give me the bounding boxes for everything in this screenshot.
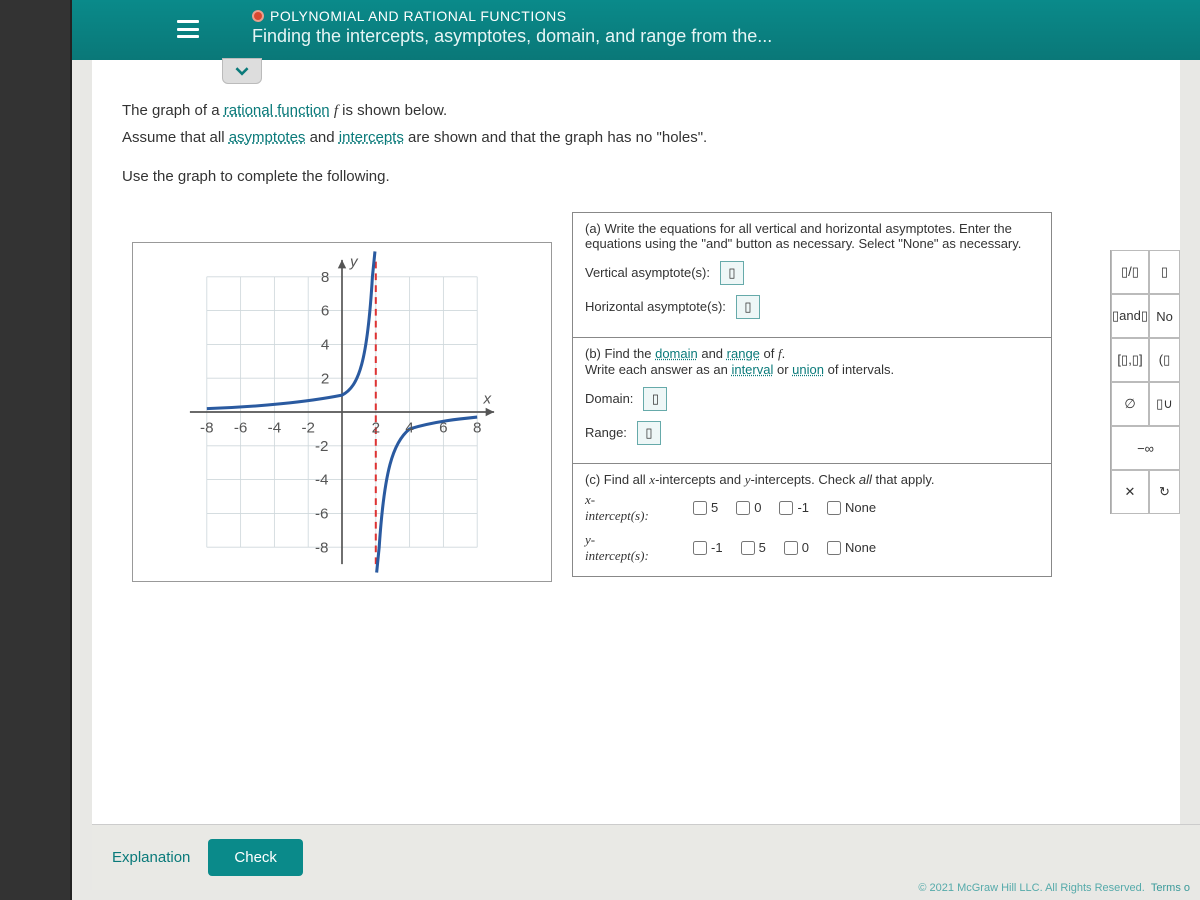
svg-text:-8: -8 [200, 419, 214, 436]
svg-text:-6: -6 [315, 505, 329, 522]
palette-closed-interval[interactable]: [▯,▯] [1111, 338, 1149, 382]
palette-no[interactable]: No [1149, 294, 1180, 338]
palette-clear[interactable]: ✕ [1111, 470, 1149, 514]
page-title: Finding the intercepts, asymptotes, doma… [252, 26, 772, 47]
part-a-text: (a) Write the equations for all vertical… [585, 221, 1039, 251]
input-range[interactable]: ▯ [637, 421, 661, 445]
part-a: (a) Write the equations for all vertical… [573, 213, 1051, 338]
palette-open-interval[interactable]: (▯ [1149, 338, 1180, 382]
symbol-palette: ▯/▯ ▯ ▯and▯ No [▯,▯] (▯ ∅ ▯∪ −∞ ✕ ↻ [1110, 250, 1180, 514]
palette-redo[interactable]: ↻ [1149, 470, 1180, 514]
copyright-text: © 2021 McGraw Hill LLC. All Rights Reser… [918, 882, 1190, 894]
palette-neg-infinity[interactable]: −∞ [1111, 426, 1180, 470]
palette-box[interactable]: ▯ [1149, 250, 1180, 294]
svg-text:-4: -4 [315, 471, 329, 488]
checkbox-y-neg1[interactable]: -1 [693, 540, 723, 555]
svg-text:-2: -2 [315, 437, 329, 454]
link-domain[interactable]: domain [655, 346, 698, 361]
explanation-button[interactable]: Explanation [112, 849, 190, 866]
checkbox-y-5[interactable]: 5 [741, 540, 766, 555]
link-rational-function[interactable]: rational function [224, 102, 330, 119]
input-domain[interactable]: ▯ [643, 387, 667, 411]
link-interval[interactable]: interval [731, 362, 773, 377]
chevron-down-icon [235, 64, 249, 78]
label-y-intercepts: y-intercept(s): [585, 532, 675, 564]
svg-text:2: 2 [321, 370, 329, 387]
menu-hamburger-icon[interactable] [177, 20, 199, 38]
collapse-toggle[interactable] [222, 58, 262, 84]
svg-text:-8: -8 [315, 539, 329, 556]
checkbox-y-0[interactable]: 0 [784, 540, 809, 555]
link-range[interactable]: range [727, 346, 760, 361]
checkbox-x-5[interactable]: 5 [693, 500, 718, 515]
checkbox-y-none[interactable]: None [827, 540, 876, 555]
check-button[interactable]: Check [208, 839, 303, 876]
svg-text:6: 6 [321, 302, 329, 319]
link-union[interactable]: union [792, 362, 824, 377]
svg-text:y: y [349, 253, 359, 270]
part-c: (c) Find all x-intercepts and y-intercep… [573, 464, 1051, 576]
svg-text:-6: -6 [234, 419, 248, 436]
palette-union[interactable]: ▯∪ [1149, 382, 1180, 426]
label-horizontal-asymptote: Horizontal asymptote(s): [585, 299, 726, 314]
svg-text:-4: -4 [268, 419, 282, 436]
checkbox-x-0[interactable]: 0 [736, 500, 761, 515]
svg-text:8: 8 [321, 268, 329, 285]
input-horizontal-asymptote[interactable]: ▯ [736, 295, 760, 319]
link-asymptotes[interactable]: asymptotes [229, 129, 306, 146]
section-dot-icon [252, 10, 264, 22]
label-x-intercepts: x-intercept(s): [585, 492, 675, 524]
checkbox-x-neg1[interactable]: -1 [779, 500, 809, 515]
part-b: (b) Find the domain and range of f. Writ… [573, 338, 1051, 464]
function-graph: -8 -6 -4 -2 2 4 6 8 2 4 6 8 -2 -4 -6 -8 x y [132, 242, 552, 582]
palette-fraction[interactable]: ▯/▯ [1111, 250, 1149, 294]
terms-link[interactable]: Terms o [1151, 882, 1190, 894]
label-vertical-asymptote: Vertical asymptote(s): [585, 265, 710, 280]
section-title: POLYNOMIAL AND RATIONAL FUNCTIONS [252, 8, 772, 24]
palette-and[interactable]: ▯and▯ [1111, 294, 1149, 338]
svg-text:4: 4 [405, 419, 413, 436]
input-vertical-asymptote[interactable]: ▯ [720, 261, 744, 285]
link-intercepts[interactable]: intercepts [339, 129, 404, 146]
svg-text:6: 6 [439, 419, 447, 436]
svg-text:8: 8 [473, 419, 481, 436]
svg-text:2: 2 [372, 419, 380, 436]
checkbox-x-none[interactable]: None [827, 500, 876, 515]
svg-text:-2: -2 [301, 419, 315, 436]
label-domain: Domain: [585, 391, 633, 406]
palette-empty-set[interactable]: ∅ [1111, 382, 1149, 426]
answer-panel: (a) Write the equations for all vertical… [572, 212, 1052, 577]
svg-text:4: 4 [321, 336, 329, 353]
label-range: Range: [585, 425, 627, 440]
svg-text:x: x [483, 390, 493, 407]
